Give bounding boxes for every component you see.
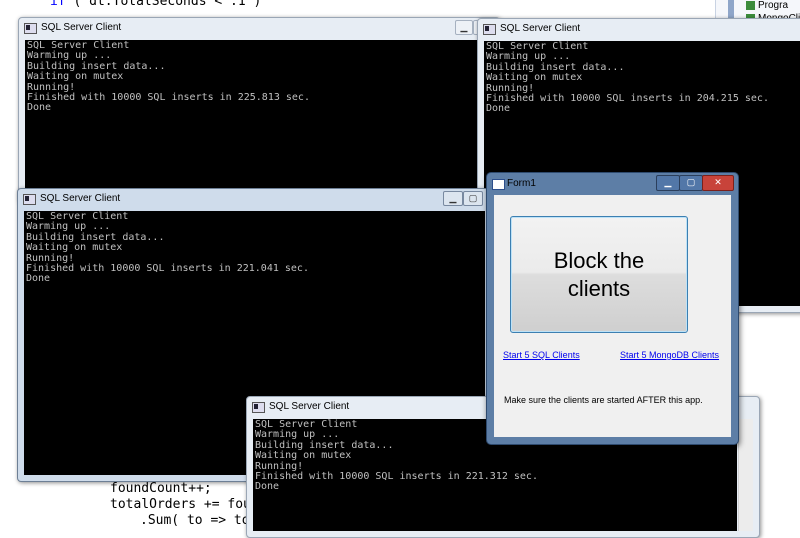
console-output: SQL Server Client Warming up ... Buildin…: [25, 40, 493, 196]
window-titlebar[interactable]: SQL Server Client ▁ ▢: [19, 18, 499, 38]
minimize-icon: ▁: [460, 22, 468, 32]
maximize-button[interactable]: ▢: [679, 175, 703, 191]
form-window-icon: [492, 179, 505, 190]
console-window-icon: [252, 402, 265, 413]
window-titlebar[interactable]: SQL Server Client: [478, 19, 800, 39]
console-text: SQL Server Client Warming up ... Buildin…: [26, 211, 309, 285]
window-title: Form1: [507, 178, 536, 189]
instructions-label: Make sure the clients are started AFTER …: [504, 395, 703, 405]
csharp-file-icon: [746, 0, 755, 10]
minimize-button[interactable]: ▁: [656, 175, 680, 191]
close-button[interactable]: ✕: [702, 175, 734, 191]
code-line-sum: .Sum( to => to: [140, 513, 250, 528]
explorer-item-program[interactable]: Progra: [746, 0, 788, 11]
console-window-icon: [23, 194, 36, 205]
code-line-if: if ( dt.TotalSeconds < .1 ): [50, 0, 262, 9]
window-titlebar[interactable]: SQL Server Client ▁ ▢: [18, 189, 491, 209]
window-title: SQL Server Client: [269, 401, 350, 412]
maximize-icon: ▢: [686, 177, 696, 187]
console-text: SQL Server Client Warming up ... Buildin…: [486, 41, 769, 115]
minimize-button[interactable]: ▁: [443, 191, 463, 206]
code-line-found-count: foundCount++;: [110, 481, 212, 496]
code-line-total-orders: totalOrders += fou: [110, 497, 251, 512]
form-client-area: Block the clients Start 5 SQL Clients St…: [494, 195, 731, 437]
maximize-button[interactable]: ▢: [463, 191, 483, 206]
block-clients-button[interactable]: Block the clients: [510, 216, 688, 333]
start-mongodb-clients-link[interactable]: Start 5 MongoDB Clients: [620, 350, 719, 360]
close-icon: ✕: [714, 177, 722, 187]
vertical-scrollbar[interactable]: [738, 419, 753, 531]
console-window-icon: [483, 24, 496, 35]
window-title: SQL Server Client: [40, 193, 121, 204]
window-title: SQL Server Client: [41, 22, 122, 33]
console-window-icon: [24, 23, 37, 34]
maximize-icon: ▢: [468, 193, 478, 203]
console-window-1[interactable]: SQL Server Client ▁ ▢ SQL Server Client …: [18, 17, 500, 203]
console-text: SQL Server Client Warming up ... Buildin…: [27, 40, 310, 114]
minimize-button[interactable]: ▁: [455, 20, 473, 35]
minimize-icon: ▁: [664, 177, 672, 187]
window-title: SQL Server Client: [500, 23, 581, 34]
start-sql-clients-link[interactable]: Start 5 SQL Clients: [503, 350, 580, 360]
form1-window[interactable]: Form1 ▁ ▢ ✕ Block the clients Start 5 SQ…: [486, 172, 739, 445]
minimize-icon: ▁: [449, 193, 457, 203]
